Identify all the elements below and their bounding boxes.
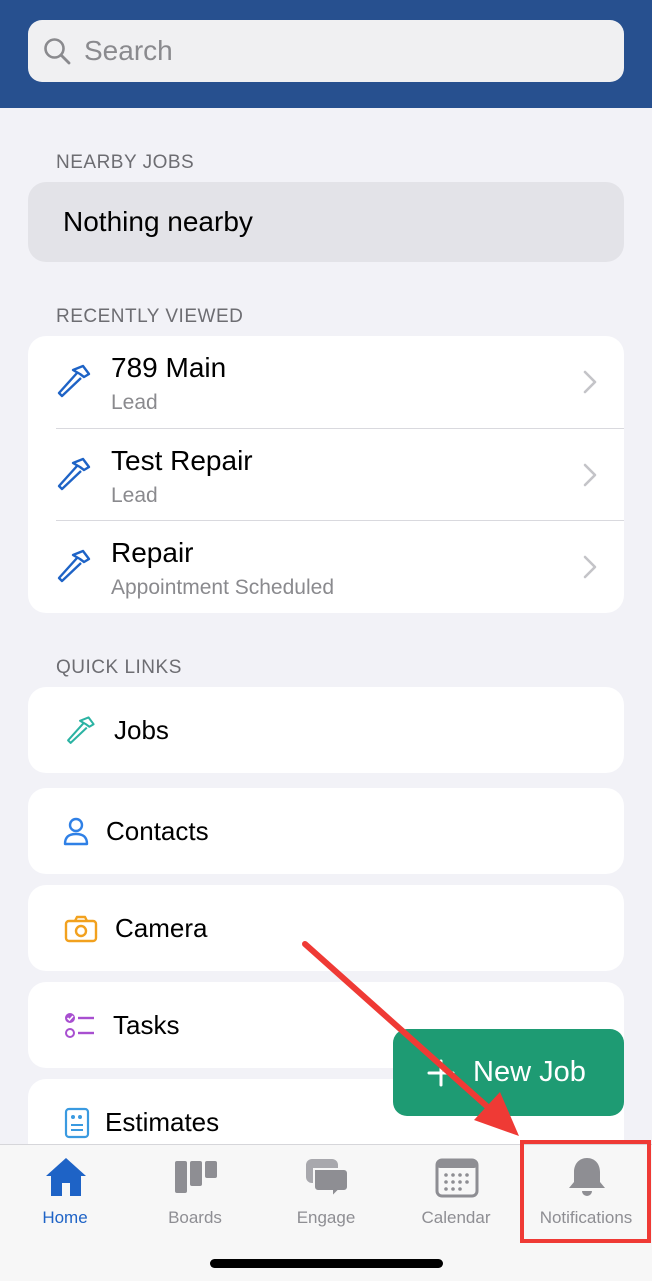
recent-item-title: Repair (111, 537, 194, 568)
quick-link-label: Tasks (113, 1010, 180, 1040)
recent-item-title: 789 Main (111, 352, 227, 383)
recently-viewed-heading: RECENTLY VIEWED (56, 306, 244, 327)
recent-item-status: Lead (111, 391, 158, 414)
tab-label: Engage (296, 1208, 356, 1227)
recent-item[interactable]: Test Repair Lead (28, 429, 624, 521)
notifications-highlight-box (520, 1140, 651, 1243)
nearby-jobs-heading: NEARBY JOBS (56, 152, 195, 173)
top-header (0, 0, 652, 108)
quick-link-label: Jobs (114, 715, 169, 745)
tab-engage[interactable]: Engage (261, 1145, 391, 1245)
nearby-empty-text: Nothing nearby (63, 206, 253, 237)
chat-icon (306, 1159, 349, 1199)
boards-icon (175, 1161, 217, 1193)
quick-link-label: Estimates (105, 1107, 220, 1137)
tab-label: Boards (168, 1208, 222, 1227)
quick-link-contacts[interactable]: Contacts (28, 788, 624, 874)
chevron-right-icon (583, 463, 597, 487)
home-icon (46, 1158, 86, 1196)
quick-link-label: Camera (115, 913, 208, 943)
recent-item-title: Test Repair (111, 445, 253, 476)
search-icon (44, 38, 71, 65)
nearby-jobs-empty: Nothing nearby (28, 182, 624, 262)
person-icon (63, 817, 89, 846)
hammer-icon (57, 549, 91, 583)
tab-label: Calendar (421, 1208, 491, 1227)
calendar-icon (435, 1158, 479, 1198)
chevron-right-icon (583, 555, 597, 579)
home-indicator (210, 1259, 443, 1268)
hammer-icon (57, 457, 91, 491)
recent-item-status: Lead (111, 484, 158, 507)
new-job-button[interactable]: New Job (393, 1029, 624, 1116)
quick-link-camera[interactable]: Camera (28, 885, 624, 971)
recently-viewed-list: 789 Main Lead Test Repair Lead Repair Ap… (28, 336, 624, 613)
plus-icon (427, 1059, 455, 1086)
quick-links-heading: QUICK LINKS (56, 657, 182, 678)
quick-link-label: Contacts (106, 816, 209, 846)
tab-home[interactable]: Home (0, 1145, 130, 1245)
chevron-right-icon (583, 370, 597, 394)
tab-boards[interactable]: Boards (130, 1145, 260, 1245)
camera-icon (64, 915, 98, 943)
quick-link-jobs[interactable]: Jobs (28, 687, 624, 773)
recent-item[interactable]: 789 Main Lead (28, 336, 624, 428)
tab-label: Home (42, 1208, 88, 1227)
tab-calendar[interactable]: Calendar (391, 1145, 521, 1245)
recent-item-status: Appointment Scheduled (111, 576, 334, 599)
search-bar[interactable] (28, 20, 624, 82)
new-job-label: New Job (473, 1056, 586, 1088)
checklist-icon (65, 1013, 94, 1038)
recent-item[interactable]: Repair Appointment Scheduled (28, 521, 624, 613)
search-input[interactable] (84, 35, 604, 67)
hammer-icon (57, 364, 91, 398)
estimate-icon (64, 1107, 90, 1139)
hammer-icon (67, 716, 95, 744)
